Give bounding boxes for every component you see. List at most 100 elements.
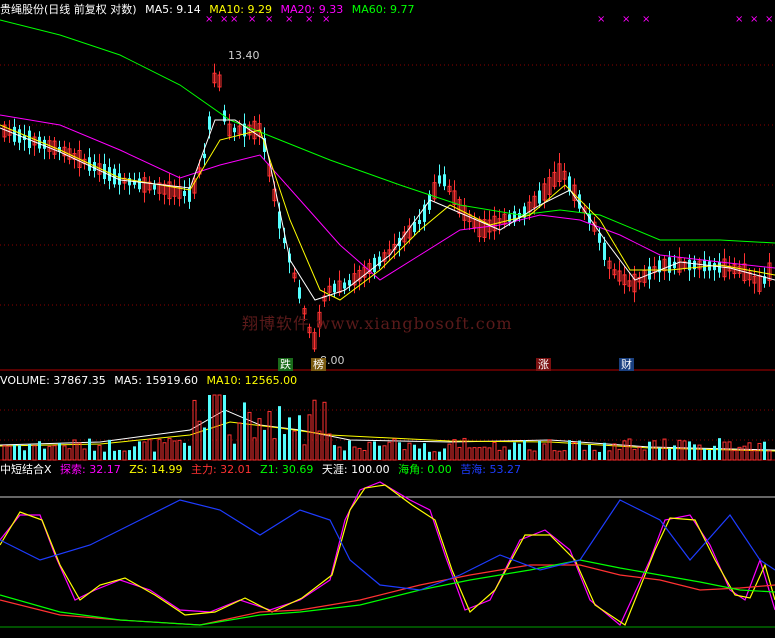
volume-bar bbox=[708, 450, 711, 460]
volume-bar bbox=[142, 441, 147, 461]
volume-bar bbox=[153, 451, 156, 460]
volume-bar bbox=[13, 445, 16, 460]
candle-body bbox=[438, 175, 441, 184]
volume-bar bbox=[188, 445, 191, 460]
volume-bar bbox=[197, 420, 202, 461]
candle-body bbox=[378, 256, 381, 267]
volume-bar bbox=[52, 445, 57, 461]
haijiao-value: 海角: 0.00 bbox=[398, 463, 452, 476]
volume-bar bbox=[82, 448, 87, 461]
volume-bar bbox=[357, 447, 362, 461]
volume-bar bbox=[392, 438, 397, 461]
volume-bar bbox=[103, 451, 106, 460]
ma5-value: MA5: 9.14 bbox=[145, 3, 201, 16]
volume-bar bbox=[413, 444, 416, 460]
volume-bar bbox=[713, 445, 716, 460]
signal-mark: × bbox=[735, 14, 743, 25]
volume-bar bbox=[662, 438, 667, 461]
volume-bar bbox=[598, 451, 601, 460]
volume-bar bbox=[77, 442, 82, 461]
volume-bar bbox=[343, 450, 346, 460]
volume-bar bbox=[192, 399, 197, 461]
volume-bar bbox=[617, 448, 622, 461]
volume-bar bbox=[557, 450, 562, 461]
volume-bar bbox=[752, 450, 757, 461]
volume-bar bbox=[513, 442, 516, 460]
volume-bar bbox=[578, 440, 581, 460]
volume-bar bbox=[607, 450, 612, 461]
volume-bar bbox=[362, 450, 367, 461]
volume-bar bbox=[312, 399, 317, 461]
volume-bar bbox=[302, 444, 307, 461]
volume-bar bbox=[742, 445, 747, 461]
candle-body bbox=[348, 280, 351, 286]
volume-bar bbox=[62, 445, 67, 461]
volume-bar bbox=[718, 438, 721, 460]
volume-bar bbox=[278, 406, 281, 460]
volume-bar bbox=[7, 445, 12, 461]
volume-bar bbox=[467, 447, 472, 461]
volume-bar bbox=[518, 443, 521, 460]
stock-title: 贵绳股份(日线 前复权 对数) bbox=[0, 3, 137, 16]
watermark: 翔博软件 www.xiangbosoft.com bbox=[242, 314, 513, 333]
volume-bar bbox=[407, 442, 412, 461]
candle-body bbox=[203, 153, 206, 159]
volume-bar bbox=[382, 445, 387, 461]
volume-bar bbox=[2, 445, 7, 461]
candle-body bbox=[153, 184, 156, 190]
volume-bar bbox=[272, 438, 277, 461]
volume-bar bbox=[307, 414, 312, 461]
volume-bar bbox=[637, 446, 642, 461]
volume-bar bbox=[763, 441, 766, 460]
volume-value: VOLUME: 37867.35 bbox=[0, 374, 106, 387]
volume-bar bbox=[298, 415, 301, 460]
volume-bar bbox=[547, 439, 552, 461]
volume-bar bbox=[703, 448, 706, 460]
volume-bar bbox=[477, 447, 482, 461]
volume-bar bbox=[472, 447, 477, 461]
signal-mark: × bbox=[765, 14, 773, 25]
volume-bar bbox=[562, 450, 567, 461]
volume-bar bbox=[243, 402, 246, 460]
volume-bar bbox=[263, 429, 266, 460]
volume-bar bbox=[757, 442, 762, 461]
zhuli-value: 主力: 32.01 bbox=[190, 463, 252, 476]
volume-bar bbox=[697, 444, 702, 461]
tansuo-value: 探索: 32.17 bbox=[60, 463, 121, 476]
volume-bar bbox=[162, 442, 167, 461]
volume-bar bbox=[542, 443, 547, 461]
volume-bar bbox=[167, 437, 172, 461]
volume-bar bbox=[138, 441, 141, 460]
volume-bar bbox=[348, 440, 351, 460]
volume-bar bbox=[373, 441, 376, 460]
z1-value: Z1: 30.69 bbox=[260, 463, 314, 476]
candle-body bbox=[648, 266, 651, 280]
tansuo-line bbox=[0, 481, 775, 626]
volume-bar bbox=[217, 394, 222, 461]
peak-price-label: 13.40 bbox=[228, 49, 260, 62]
ma10-line bbox=[0, 124, 775, 301]
volume-bar bbox=[322, 401, 327, 461]
volume-bar bbox=[727, 441, 732, 461]
volume-bar bbox=[18, 445, 21, 460]
indicator-name: 中短结合X bbox=[0, 463, 52, 476]
volume-bar bbox=[532, 450, 537, 461]
volume-bar bbox=[252, 437, 257, 461]
volume-bar bbox=[122, 450, 127, 461]
volume-bar bbox=[208, 395, 211, 460]
volume-bar bbox=[632, 448, 637, 461]
volume-bar bbox=[38, 441, 41, 460]
candle-body bbox=[333, 283, 336, 293]
volume-bar bbox=[93, 450, 96, 460]
volume-bar bbox=[677, 439, 682, 461]
volume-bar bbox=[443, 448, 446, 460]
volume-bar bbox=[223, 395, 226, 460]
volume-bar bbox=[398, 442, 401, 460]
volume-bar bbox=[652, 440, 657, 461]
volume-bar bbox=[237, 422, 242, 461]
volume-bar bbox=[387, 441, 392, 461]
signal-mark: × bbox=[597, 14, 605, 25]
candle-body bbox=[138, 178, 141, 190]
volume-bar bbox=[292, 430, 297, 461]
volume-bar bbox=[147, 439, 152, 461]
